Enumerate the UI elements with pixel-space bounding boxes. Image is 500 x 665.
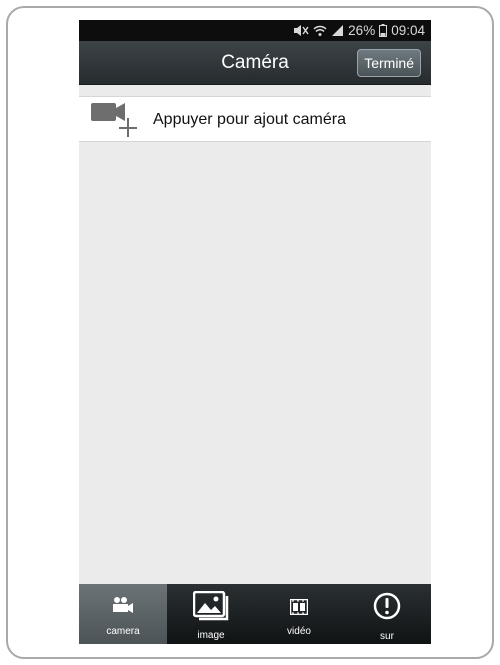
tab-label: vidéo <box>287 626 311 637</box>
tab-label: sur <box>380 631 394 642</box>
tab-image[interactable]: image <box>167 584 255 644</box>
tab-video[interactable]: vidéo <box>255 584 343 644</box>
tab-camera[interactable]: camera <box>79 584 167 644</box>
battery-icon <box>379 24 388 37</box>
info-icon <box>373 592 401 625</box>
tab-label: image <box>197 630 225 641</box>
tab-about[interactable]: sur <box>343 584 431 644</box>
bottom-tab-bar: camera image vidéo sur <box>79 584 431 644</box>
image-icon <box>192 590 229 626</box>
phone-screen: 26% 09:04 Caméra Terminé Appuyer pour aj… <box>79 20 431 644</box>
status-bar: 26% 09:04 <box>79 20 431 41</box>
clock: 09:04 <box>391 23 425 38</box>
tab-label: camera <box>106 626 140 637</box>
camera-icon <box>112 596 134 619</box>
add-camera-icon <box>91 101 141 144</box>
done-button[interactable]: Terminé <box>357 49 421 77</box>
wifi-icon <box>313 24 327 37</box>
add-camera-label: Appuyer pour ajout caméra <box>153 111 346 128</box>
app-header: Caméra Terminé <box>79 41 431 85</box>
film-icon <box>289 598 309 620</box>
mute-icon <box>293 24 309 37</box>
add-camera-row[interactable]: Appuyer pour ajout caméra <box>79 96 431 142</box>
battery-percent: 26% <box>348 23 376 38</box>
signal-icon <box>331 24 344 37</box>
